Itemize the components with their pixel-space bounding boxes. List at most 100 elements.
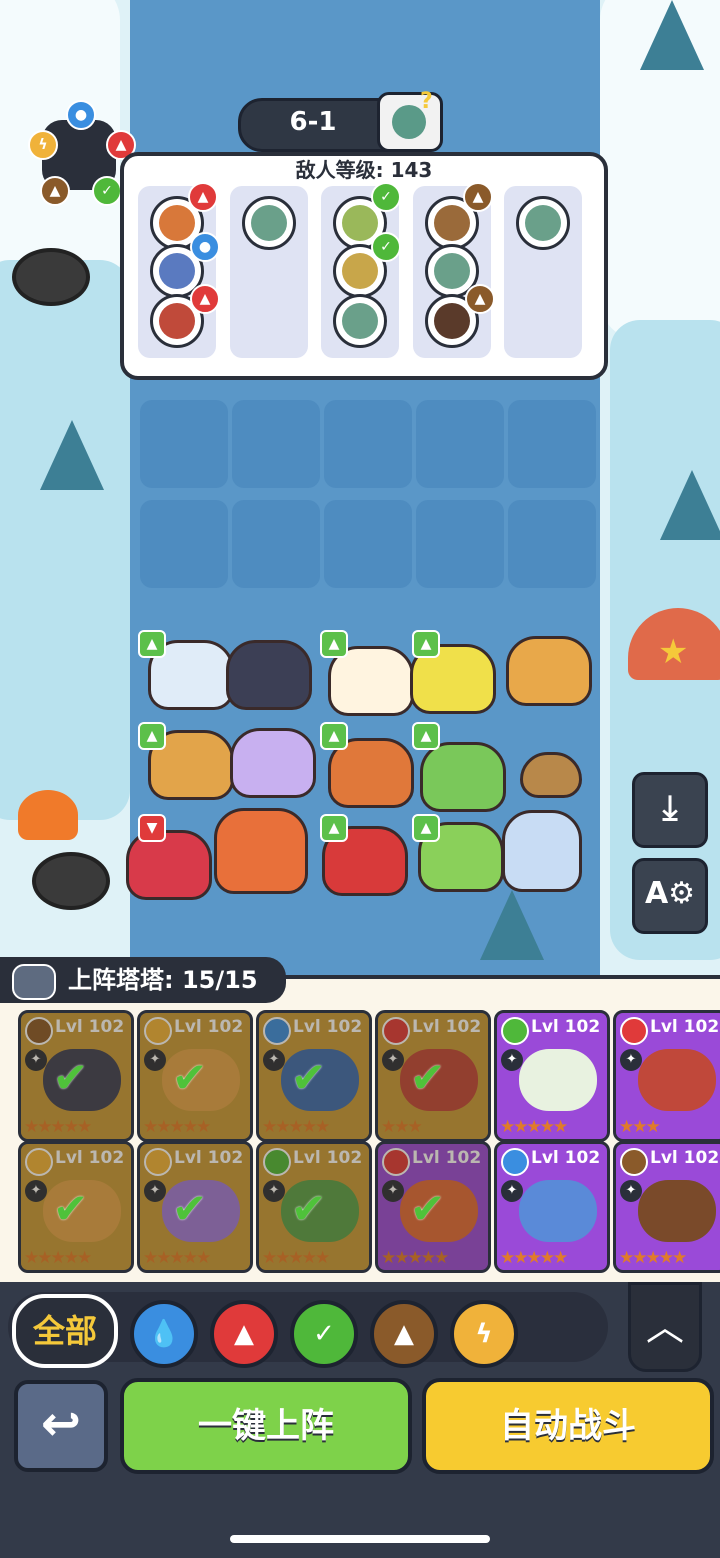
card-level: Lvl 102	[412, 1148, 482, 1168]
class-icon: ✦	[501, 1049, 523, 1071]
creature-unit[interactable]	[230, 728, 316, 798]
pine-tree	[40, 420, 104, 490]
enemy-lane	[230, 186, 308, 358]
earth-icon	[620, 1148, 648, 1176]
creature-unit[interactable]	[506, 636, 592, 706]
home-indicator[interactable]	[230, 1535, 490, 1543]
campfire-icon	[18, 790, 78, 840]
earth-icon: ▲	[463, 182, 493, 212]
card-level: Lvl 102	[293, 1017, 363, 1037]
star-rating: ★★★★★	[143, 1117, 211, 1137]
card-level: Lvl 102	[531, 1148, 601, 1168]
star-rating: ★★★	[619, 1117, 661, 1137]
zombie-boss-icon[interactable]: ?	[377, 89, 443, 152]
green-zombie-icon	[242, 196, 296, 250]
upgrade-icon: ▲	[412, 814, 440, 842]
chevron-up-icon[interactable]: ︿	[628, 1282, 702, 1372]
class-icon: ✦	[382, 1049, 404, 1071]
pet-card[interactable]: Lvl 102 ✦ ★★★★★ ✔	[137, 1010, 253, 1142]
pet-card[interactable]: Lvl 102 ✦ ★★★★★ ✔	[137, 1141, 253, 1273]
class-icon: ✦	[25, 1180, 47, 1202]
star-rating: ★★★★★	[262, 1248, 330, 1268]
water-icon: ●	[190, 232, 220, 262]
pet-portrait	[519, 1049, 597, 1111]
grid-tile	[324, 500, 412, 588]
creature-unit[interactable]	[520, 752, 582, 798]
pet-card[interactable]: Lvl 102 ✦ ★★★★★ ✔	[18, 1010, 134, 1142]
grass-icon: ✓	[92, 176, 122, 206]
green-zombie-icon	[516, 196, 570, 250]
pet-portrait	[519, 1180, 597, 1242]
tire-obstacle	[32, 852, 110, 910]
check-icon: ✔	[53, 1053, 89, 1102]
card-level: Lvl 102	[650, 1148, 720, 1168]
class-icon: ✦	[501, 1180, 523, 1202]
star-rating: ★★★★★	[500, 1117, 568, 1137]
card-level: Lvl 102	[55, 1148, 125, 1168]
enemy-lane: ▲ ● ▲	[138, 182, 220, 358]
check-icon: ✔	[172, 1184, 208, 1233]
auto-battle-button[interactable]: 自动战斗	[422, 1378, 714, 1474]
grid-tile	[508, 500, 596, 588]
grid-tile	[140, 400, 228, 488]
back-button[interactable]: ↩	[14, 1380, 108, 1472]
download-button[interactable]: ⤓	[632, 772, 708, 848]
water-icon	[501, 1148, 529, 1176]
pet-card[interactable]: Lvl 102 ✦ ★★★★★	[494, 1141, 610, 1273]
pet-card[interactable]: Lvl 102 ✦ ★★★★★	[494, 1010, 610, 1142]
thunder-filter-icon[interactable]: ϟ	[450, 1300, 518, 1368]
pet-card[interactable]: Lvl 102 ✦ ★★★	[613, 1010, 720, 1142]
card-level: Lvl 102	[174, 1148, 244, 1168]
check-icon: ✔	[53, 1184, 89, 1233]
pet-card[interactable]: Lvl 102 ✦ ★★★ ✔	[375, 1010, 491, 1142]
enemy-lane: ▲ ▲	[413, 182, 495, 358]
grid-tile	[508, 400, 596, 488]
enemy-level: 敌人等级: 143	[295, 158, 433, 182]
fire-icon: ▲	[188, 182, 218, 212]
thunder-icon	[25, 1148, 53, 1176]
check-icon: ✔	[410, 1053, 446, 1102]
star-rating: ★★★	[381, 1117, 423, 1137]
upgrade-icon: ▲	[138, 722, 166, 750]
star-rating: ★★★★★	[262, 1117, 330, 1137]
card-level: Lvl 102	[174, 1017, 244, 1037]
enemy-lane	[504, 186, 582, 358]
water-icon	[263, 1017, 291, 1045]
filter-all-button[interactable]: 全部	[12, 1294, 118, 1368]
pet-card[interactable]: Lvl 102 ✦ ★★★★★ ✔	[375, 1141, 491, 1273]
fire-filter-icon[interactable]: ▲	[210, 1300, 278, 1368]
grid-tile	[416, 500, 504, 588]
grass-filter-icon[interactable]: ✓	[290, 1300, 358, 1368]
creature-unit[interactable]	[226, 640, 312, 710]
upgrade-icon: ▲	[320, 722, 348, 750]
star-rating: ★★★★★	[143, 1248, 211, 1268]
creature-unit[interactable]	[214, 808, 308, 894]
creature-unit[interactable]	[502, 810, 582, 892]
upgrade-icon: ▲	[320, 814, 348, 842]
pet-portrait	[638, 1049, 716, 1111]
battlefield: ★ ● ▲ ✓ ▲ ϟ 6-1 ? 敌人等级: 143 ▲ ● ▲ ✓ ✓ ▲	[0, 0, 720, 980]
grid-tile	[232, 400, 320, 488]
check-icon: ✔	[291, 1053, 327, 1102]
upgrade-icon: ▲	[412, 630, 440, 658]
downgrade-icon: ▼	[138, 814, 166, 842]
creature-unit[interactable]	[420, 742, 506, 812]
element-wheel[interactable]: ● ▲ ✓ ▲ ϟ	[28, 100, 136, 206]
pine-tree	[660, 470, 720, 540]
water-filter-icon[interactable]: 💧	[130, 1300, 198, 1368]
grass-icon: ✓	[371, 232, 401, 262]
green-zombie-icon	[333, 294, 387, 348]
pet-card[interactable]: Lvl 102 ✦ ★★★★★ ✔	[18, 1141, 134, 1273]
pet-card[interactable]: Lvl 102 ✦ ★★★★★ ✔	[256, 1010, 372, 1142]
star-rating: ★★★★★	[500, 1248, 568, 1268]
earth-filter-icon[interactable]: ▲	[370, 1300, 438, 1368]
pine-tree	[480, 890, 544, 960]
earth-icon	[25, 1017, 53, 1045]
grass-icon	[263, 1148, 291, 1176]
pet-card[interactable]: Lvl 102 ✦ ★★★★★ ✔	[256, 1141, 372, 1273]
one-click-deploy-button[interactable]: 一键上阵	[120, 1378, 412, 1474]
class-icon: ✦	[144, 1180, 166, 1202]
auto-settings-button[interactable]: A⚙	[632, 858, 708, 934]
creature-unit[interactable]	[126, 830, 212, 900]
pet-card[interactable]: Lvl 102 ✦ ★★★★★	[613, 1141, 720, 1273]
